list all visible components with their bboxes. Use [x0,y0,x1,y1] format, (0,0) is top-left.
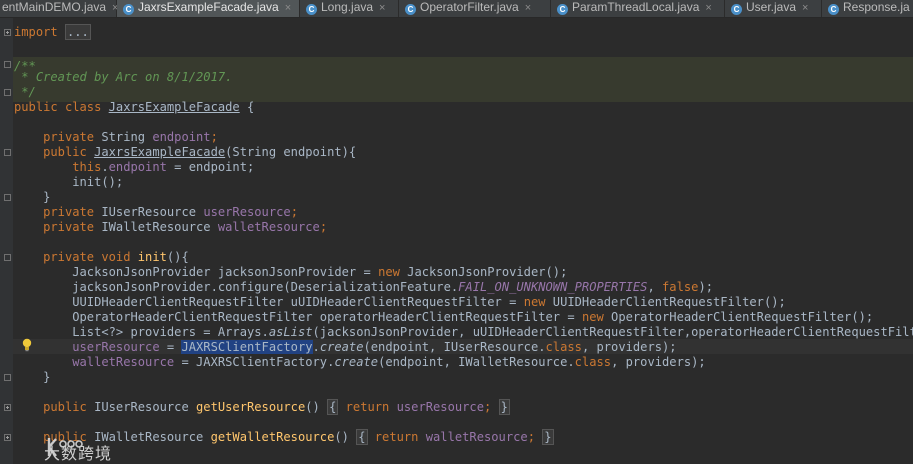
code-line: */ [14,85,36,99]
tab-label: Long.java [321,0,374,14]
code-line: OperatorHeaderClientRequestFilter operat… [72,310,874,324]
code-line: walletResource = JAXRSClientFactory.crea… [72,355,706,369]
code-line: jacksonJsonProvider.configure(Deserializ… [72,280,713,294]
java-class-icon: C [123,4,134,15]
java-class-icon: C [405,4,416,15]
code-line: * Created by Arc on 8/1/2017. [14,70,233,84]
code-line: List<?> providers = Arrays.asList(jackso… [72,325,913,339]
tab-label: ParamThreadLocal.java [572,0,700,14]
code-line: UUIDHeaderClientRequestFilter uUIDHeader… [72,295,786,309]
watermark-text: 大数跨境 [44,444,113,463]
code-line: } [43,370,51,384]
tab-long[interactable]: C Long.java × [300,0,399,17]
code-line: import ... [14,24,91,40]
tab-label: OperatorFilter.java [420,0,519,14]
close-icon[interactable]: × [379,2,385,14]
code-line: private String endpoint; [43,130,218,144]
java-class-icon: C [731,4,742,15]
tab-label: User.java [746,0,797,14]
close-icon[interactable]: × [525,2,531,14]
code-line: public class JaxrsExampleFacade { [14,100,255,114]
code-line: private void init(){ [43,250,189,264]
code-line: init(); [72,175,124,189]
folded-imports[interactable]: ... [64,24,91,40]
tab-response[interactable]: C Response.ja [822,0,913,17]
code-editor[interactable]: import ... /** * Created by Arc on 8/1/2… [0,18,913,464]
tab-jaxrsexamplefacade[interactable]: C JaxrsExampleFacade.java × [117,0,300,17]
code-line: } [43,190,51,204]
selected-identifier[interactable]: JAXRSClientFactory [181,340,313,354]
tab-label: Response.ja [843,0,910,14]
close-icon[interactable]: × [802,2,808,14]
tab-label: JaxrsExampleFacade.java [138,0,279,14]
tab-user[interactable]: C User.java × [725,0,822,17]
code-line-current: userResource = JAXRSClientFactory.create… [72,340,677,354]
close-icon[interactable]: × [285,2,291,14]
code-line: this.endpoint = endpoint; [72,160,255,174]
tab-operatorfilter[interactable]: C OperatorFilter.java × [399,0,551,17]
close-icon[interactable]: × [705,2,711,14]
tab-paramthreadlocal[interactable]: C ParamThreadLocal.java × [551,0,725,17]
editor-tab-bar: entMainDEMO.java × C JaxrsExampleFacade.ja… [0,0,913,18]
code-line: JacksonJsonProvider jacksonJsonProvider … [72,265,568,279]
tab-label: entMainDEMO.java [2,0,107,14]
tab-entmaindemo[interactable]: entMainDEMO.java × [0,0,118,17]
code-line: private IUserResource userResource; [43,205,298,219]
code-line: public IUserResource getUserResource() {… [43,399,510,415]
java-class-icon: C [306,4,317,15]
java-class-icon: C [557,4,568,15]
code-line: private IWalletResource walletResource; [43,220,328,234]
java-class-icon: C [828,4,839,15]
code-line: public JaxrsExampleFacade(String endpoin… [43,145,357,159]
